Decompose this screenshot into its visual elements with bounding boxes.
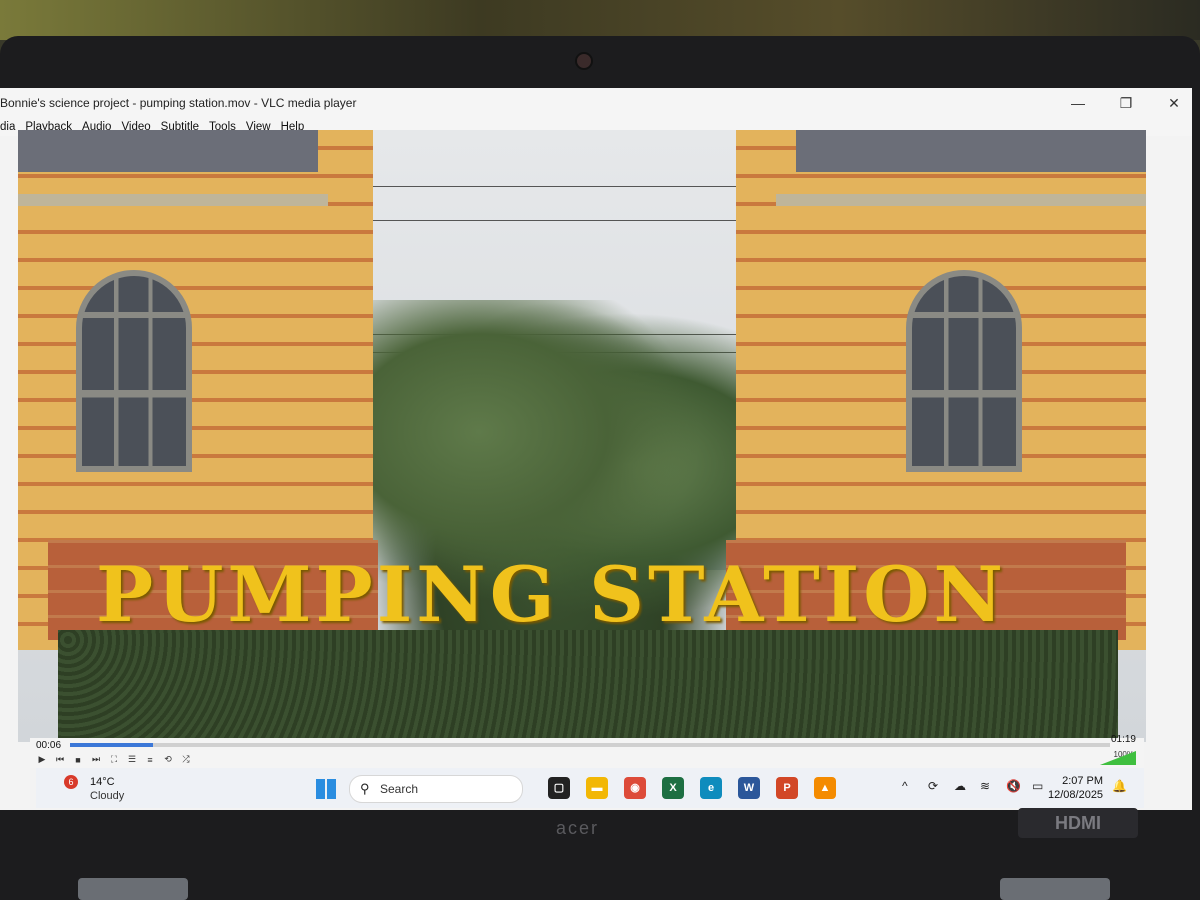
hedge: [58, 630, 1118, 742]
next-button[interactable]: ⏭: [90, 754, 102, 765]
vlc-icon[interactable]: ▲: [814, 777, 836, 799]
seek-progress: [70, 743, 154, 747]
left-hinge: [78, 878, 188, 900]
right-hinge: [1000, 878, 1110, 900]
previous-button[interactable]: ⏮: [54, 754, 66, 765]
battery-icon[interactable]: ▭: [1032, 779, 1043, 793]
fullscreen-button[interactable]: ⛶: [108, 754, 120, 765]
extended-settings-button[interactable]: ☰: [126, 754, 138, 765]
file-explorer-icon[interactable]: ▬: [586, 777, 608, 799]
word-icon[interactable]: W: [738, 777, 760, 799]
wifi-icon[interactable]: ≋: [980, 779, 990, 793]
left-arched-window: [76, 270, 192, 472]
chrome-icon[interactable]: ◉: [624, 777, 646, 799]
clock-time: 2:07 PM: [1062, 775, 1104, 787]
playlist-button[interactable]: ≡: [144, 755, 156, 765]
left-cornice: [18, 194, 328, 206]
playback-buttons: ▶ ⏮ ■ ⏭ ⛶ ☰ ≡ ⟲ ⤮: [36, 754, 192, 765]
close-button[interactable]: ✕: [1166, 95, 1182, 112]
clock-date: 12/08/2025: [1048, 789, 1104, 801]
sync-icon[interactable]: ⟳: [928, 779, 938, 793]
left-roof: [18, 130, 318, 172]
play-button[interactable]: ▶: [36, 754, 48, 765]
elapsed-time: 00:06: [36, 740, 62, 751]
right-roof: [796, 130, 1146, 172]
hdmi-logo: HDMI: [1018, 808, 1138, 838]
vlc-title-bar[interactable]: Bonnie's science project - pumping stati…: [0, 88, 1192, 118]
right-arched-window: [906, 270, 1022, 472]
desk-background: [0, 0, 1200, 40]
seek-bar[interactable]: [70, 743, 1110, 747]
onedrive-icon[interactable]: ☁: [954, 779, 966, 793]
search-icon: ⚲: [360, 781, 370, 796]
restore-button[interactable]: ❐: [1118, 95, 1134, 112]
excel-icon[interactable]: X: [662, 777, 684, 799]
show-hidden-icons[interactable]: ^: [902, 779, 908, 793]
total-duration: 01:19: [1110, 734, 1136, 745]
webcam: [575, 52, 593, 70]
window-controls: — ❐ ✕: [1070, 88, 1182, 118]
windows-taskbar: 6 14°C Cloudy ⚲ Search ▢ ▬ ◉ Xe W P ▲ ^ ⟳ ☁ ≋ 🔇 ▭ 2…: [36, 768, 1144, 808]
search-label: Search: [380, 782, 419, 796]
shuffle-button[interactable]: ⤮: [180, 754, 192, 765]
video-frame[interactable]: PUMPING STATION: [18, 130, 1146, 742]
power-line: [338, 186, 798, 187]
volume-slider[interactable]: [1100, 751, 1136, 765]
right-cornice: [776, 194, 1146, 206]
volume-muted-icon[interactable]: 🔇: [1006, 779, 1021, 793]
volume-level: [1100, 751, 1136, 765]
notification-icon[interactable]: 🔔: [1112, 779, 1127, 793]
taskbar-clock[interactable]: 2:07 PM 12/08/2025: [1048, 774, 1103, 802]
laptop-screen: Bonnie's science project - pumping stati…: [0, 88, 1192, 810]
stop-button[interactable]: ■: [72, 755, 84, 765]
laptop-brand-logo: acer: [556, 818, 600, 838]
window-title: Bonnie's science project - pumping stati…: [0, 96, 357, 110]
menu-media[interactable]: dia: [0, 121, 15, 133]
weather-condition: Cloudy: [90, 790, 125, 802]
loop-button[interactable]: ⟲: [162, 754, 174, 765]
powerpoint-icon[interactable]: P: [776, 777, 798, 799]
weather-widget[interactable]: 6 14°C Cloudy: [46, 772, 166, 804]
temperature: 14°C: [90, 776, 115, 788]
pumping-station-sign: PUMPING STATION: [96, 550, 1007, 639]
power-line: [338, 220, 798, 221]
minimize-button[interactable]: —: [1070, 95, 1086, 111]
vlc-controls: 00:06 01:19 ▶ ⏮ ■ ⏭ ⛶ ☰ ≡ ⟲ ⤮ 100%: [30, 734, 1144, 768]
weather-badge: 6: [64, 775, 78, 789]
task-view-icon[interactable]: ▢: [548, 777, 570, 799]
edge-icon[interactable]: e: [700, 777, 722, 799]
windows-start-icon[interactable]: [316, 779, 336, 799]
taskbar-search[interactable]: ⚲ Search: [349, 775, 523, 803]
